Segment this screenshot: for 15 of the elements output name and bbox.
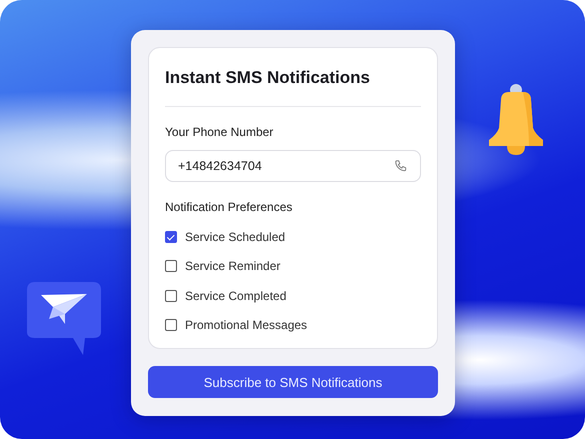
checkbox[interactable] <box>165 290 177 302</box>
checkbox-label[interactable]: Service Reminder <box>185 259 280 274</box>
card-title: Instant SMS Notifications <box>165 68 371 88</box>
section-label: Notification Preferences <box>165 200 292 214</box>
chat-bubble-icon <box>27 282 101 355</box>
phone-input-field[interactable]: +14842634704 <box>165 150 421 182</box>
checkbox[interactable] <box>165 260 177 272</box>
subscribe-button[interactable]: Subscribe to SMS Notifications <box>148 366 438 398</box>
checkbox[interactable] <box>165 319 177 332</box>
checkbox-label[interactable]: Service Scheduled <box>185 230 286 244</box>
field-label: Your Phone Number <box>165 125 274 139</box>
checkbox-label[interactable]: Service Completed <box>185 288 286 303</box>
checkbox[interactable] <box>165 230 177 243</box>
checkbox-label[interactable]: Promotional Messages <box>185 318 308 332</box>
phone-icon <box>394 159 408 173</box>
